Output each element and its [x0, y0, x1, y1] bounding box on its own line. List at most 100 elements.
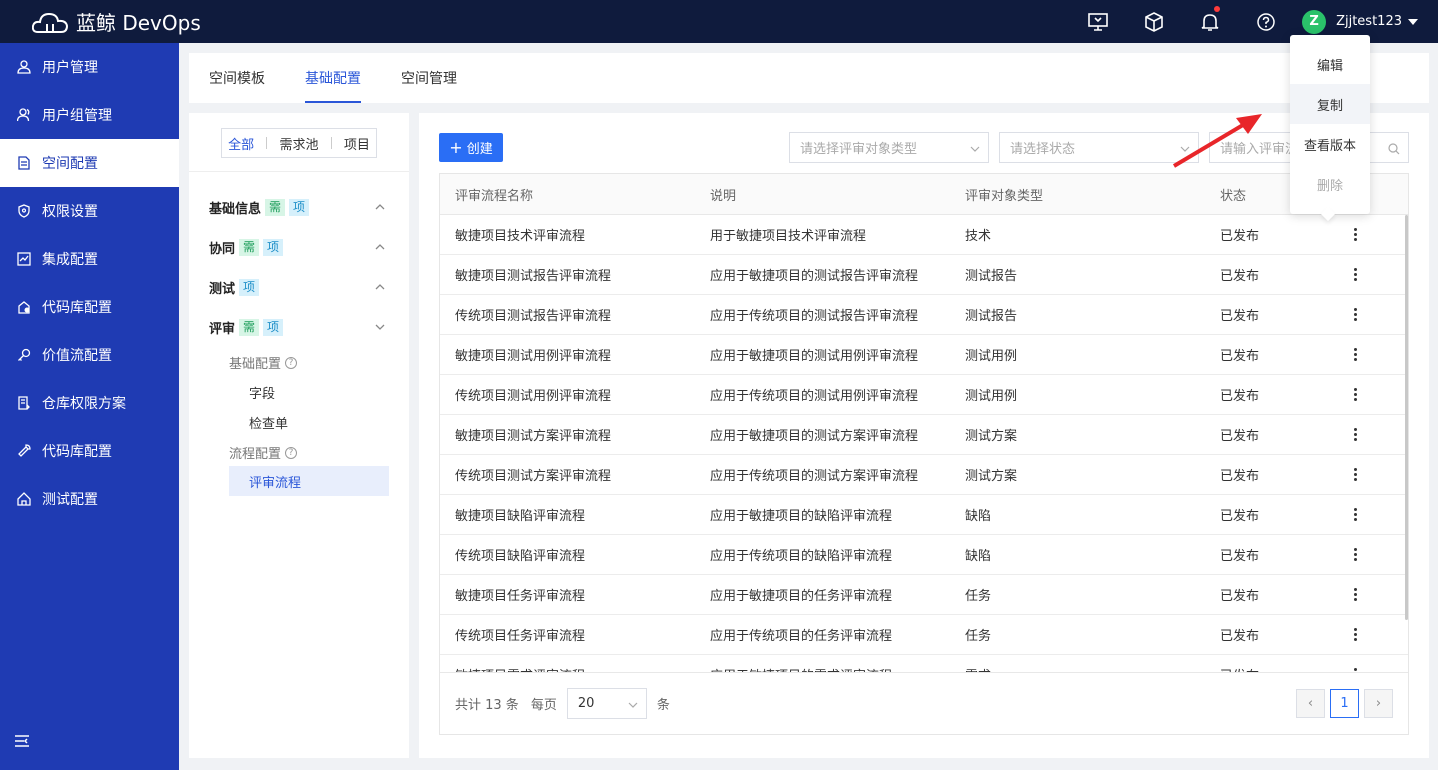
logo[interactable]: 蓝鲸 DevOps: [32, 7, 201, 36]
menu-item-delete: 删除: [1316, 178, 1343, 194]
more-vertical-icon[interactable]: [1353, 387, 1357, 402]
sidebar-item-test-config[interactable]: 测试配置: [0, 475, 179, 523]
table-row[interactable]: 敏捷项目缺陷评审流程 应用于敏捷项目的缺陷评审流程 缺陷 已发布: [440, 495, 1408, 535]
sidebar-item-warehouse-permissions[interactable]: 仓库权限方案: [0, 379, 179, 427]
sidebar-item-repo-config-2[interactable]: 代码库配置: [0, 427, 179, 475]
description-cell: 应用于传统项目的测试方案评审流程: [710, 469, 919, 484]
actions-cell: [1305, 507, 1405, 522]
sidebar-item-integration[interactable]: 集成配置: [0, 235, 179, 283]
column-header: 说明: [710, 188, 737, 204]
more-vertical-icon[interactable]: [1353, 427, 1357, 442]
page-size-select[interactable]: 20: [566, 688, 647, 719]
nav-checklist[interactable]: 检查单: [249, 413, 288, 432]
flow-name-cell: 敏捷项目测试报告评审流程: [455, 269, 612, 284]
table-row[interactable]: 敏捷项目需求评审流程应用于敏捷项目的需求评审流程需求已发布: [440, 655, 1408, 673]
select-placeholder: 请选择评审对象类型: [800, 142, 918, 157]
menu-item-edit[interactable]: 编辑: [1290, 44, 1370, 84]
table-row[interactable]: 敏捷项目技术评审流程 用于敏捷项目技术评审流程 技术 已发布: [440, 215, 1408, 255]
tab-basic-config[interactable]: 基础配置: [305, 53, 361, 103]
monitor-icon[interactable]: [1070, 0, 1126, 43]
chevron-down-icon: [970, 143, 980, 158]
user-menu[interactable]: Z Zjjtest123: [1302, 9, 1418, 34]
tag-project: 项: [263, 238, 284, 256]
help-icon[interactable]: [1238, 0, 1294, 43]
select-placeholder: 请选择状态: [1010, 142, 1076, 157]
shield-icon: [16, 203, 32, 219]
more-vertical-icon[interactable]: [1353, 587, 1357, 602]
segment-project[interactable]: 项目: [344, 134, 370, 153]
sidebar-item-label: 代码库配置: [42, 444, 112, 460]
table-row[interactable]: 敏捷项目任务评审流程 应用于敏捷项目的任务评审流程 任务 已发布: [440, 575, 1408, 615]
help-icon[interactable]: ?: [285, 356, 298, 369]
table-row[interactable]: 传统项目测试报告评审流程 应用于传统项目的测试报告评审流程 测试报告 已发布: [440, 295, 1408, 335]
status-cell: 已发布: [1220, 509, 1260, 524]
next-page-button[interactable]: ›: [1364, 689, 1393, 718]
table-row[interactable]: 传统项目任务评审流程 应用于传统项目的任务评审流程 任务 已发布: [440, 615, 1408, 655]
table-row[interactable]: 敏捷项目测试方案评审流程 应用于敏捷项目的测试方案评审流程 测试方案 已发布: [440, 415, 1408, 455]
pagination-bar: 共计 13 条 每页 20 条 ‹ 1 ›: [440, 672, 1408, 734]
flow-name-cell: 传统项目测试方案评审流程: [455, 469, 612, 484]
sidebar-item-space-config[interactable]: 空间配置: [0, 139, 179, 187]
logo-text: 蓝鲸 DevOps: [76, 11, 201, 35]
more-vertical-icon[interactable]: [1353, 227, 1357, 242]
group-review[interactable]: 评审 需 项: [209, 317, 389, 337]
group-basic-info[interactable]: 基础信息 需 项: [209, 197, 389, 217]
create-button[interactable]: + 创建: [439, 133, 503, 162]
chevron-up-icon[interactable]: [375, 281, 385, 296]
table-row[interactable]: 敏捷项目测试报告评审流程 应用于敏捷项目的测试报告评审流程 测试报告 已发布: [440, 255, 1408, 295]
sidebar-item-repo-config[interactable]: 代码库配置: [0, 283, 179, 331]
menu-item-view-versions[interactable]: 查看版本: [1290, 124, 1370, 164]
chevron-up-icon[interactable]: [375, 241, 385, 256]
more-vertical-icon[interactable]: [1353, 347, 1357, 362]
group-testing[interactable]: 测试 项: [209, 277, 389, 297]
more-vertical-icon[interactable]: [1353, 547, 1357, 562]
package-icon[interactable]: [1126, 0, 1182, 43]
scrollbar[interactable]: [1405, 215, 1408, 620]
page-button[interactable]: 1: [1330, 689, 1359, 718]
review-type-cell: 任务: [965, 589, 992, 604]
help-icon[interactable]: ?: [285, 446, 298, 459]
table-row[interactable]: 传统项目测试方案评审流程 应用于传统项目的测试方案评审流程 测试方案 已发布: [440, 455, 1408, 495]
bell-icon[interactable]: [1182, 0, 1238, 43]
table-row[interactable]: 传统项目测试用例评审流程 应用于传统项目的测试用例评审流程 测试用例 已发布: [440, 375, 1408, 415]
tag-project: 项: [239, 278, 260, 296]
search-icon[interactable]: [1388, 143, 1400, 159]
actions-cell: [1305, 307, 1405, 322]
more-vertical-icon[interactable]: [1353, 307, 1357, 322]
chevron-up-icon[interactable]: [375, 201, 385, 216]
pager: ‹ 1 ›: [1291, 689, 1393, 718]
sidebar-item-user-group[interactable]: 用户组管理: [0, 91, 179, 139]
file-icon: [16, 395, 32, 411]
more-vertical-icon[interactable]: [1353, 467, 1357, 482]
wrench-icon: [16, 443, 32, 459]
review-type-cell: 测试方案: [965, 429, 1018, 444]
per-page-label: 每页: [530, 698, 557, 713]
chevron-down-icon[interactable]: [375, 321, 385, 336]
sidebar-item-user-management[interactable]: 用户管理: [0, 43, 179, 91]
group-label: 测试: [209, 281, 236, 297]
table-row[interactable]: 敏捷项目测试用例评审流程 应用于敏捷项目的测试用例评审流程 测试用例 已发布: [440, 335, 1408, 375]
tab-space-management[interactable]: 空间管理: [401, 53, 457, 103]
status-select[interactable]: 请选择状态: [999, 132, 1199, 163]
more-vertical-icon[interactable]: [1353, 507, 1357, 522]
nav-field[interactable]: 字段: [249, 383, 275, 402]
actions-cell: [1305, 627, 1405, 642]
nav-review-flow[interactable]: 评审流程: [229, 466, 389, 496]
segment-all[interactable]: 全部: [228, 134, 254, 153]
description-cell: 应用于传统项目的任务评审流程: [710, 629, 893, 644]
segment-requirement-pool[interactable]: 需求池: [279, 134, 318, 153]
more-vertical-icon[interactable]: [1353, 267, 1357, 282]
collapse-menu-icon[interactable]: [14, 734, 30, 752]
sidebar-item-permissions[interactable]: 权限设置: [0, 187, 179, 235]
group-collaboration[interactable]: 协同 需 项: [209, 237, 389, 257]
actions-cell: [1305, 267, 1405, 282]
table-row[interactable]: 传统项目缺陷评审流程 应用于传统项目的缺陷评审流程 缺陷 已发布: [440, 535, 1408, 575]
prev-page-button[interactable]: ‹: [1296, 689, 1325, 718]
sidebar-item-value-stream[interactable]: 价值流配置: [0, 331, 179, 379]
review-type-select[interactable]: 请选择评审对象类型: [789, 132, 989, 163]
more-vertical-icon[interactable]: [1353, 627, 1357, 642]
flow-name-cell: 敏捷项目技术评审流程: [455, 229, 586, 244]
doc-icon: [16, 155, 32, 171]
menu-item-copy[interactable]: 复制: [1290, 84, 1370, 124]
tab-space-template[interactable]: 空间模板: [209, 53, 265, 103]
